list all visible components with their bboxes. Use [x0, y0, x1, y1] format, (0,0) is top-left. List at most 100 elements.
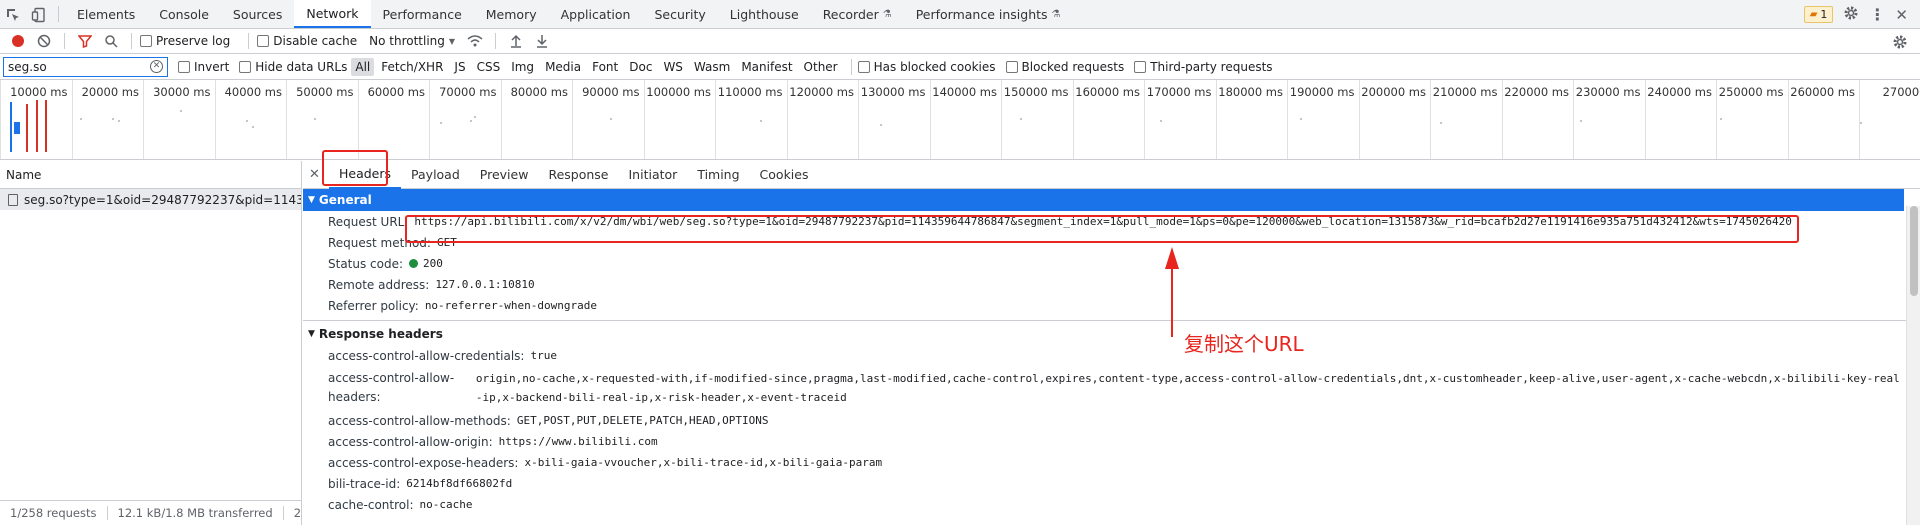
- tab-lighthouse[interactable]: Lighthouse: [718, 0, 811, 28]
- search-icon[interactable]: [99, 29, 123, 53]
- tab-label: Network: [306, 5, 359, 21]
- tab-performance-insights[interactable]: Performance insights ⚗: [904, 0, 1073, 28]
- preserve-log-checkbox[interactable]: Preserve log: [140, 34, 230, 48]
- separator: [58, 6, 59, 22]
- more-options-icon[interactable]: ⋮: [1869, 5, 1885, 24]
- detail-tab-timing[interactable]: Timing: [687, 161, 749, 189]
- detail-tab-preview[interactable]: Preview: [470, 161, 539, 189]
- throttling-select[interactable]: No throttling ▼: [369, 34, 455, 48]
- timeline-tick: 240000 ms: [1644, 80, 1717, 159]
- timeline-tick: 30000 ms: [143, 80, 215, 159]
- tab-security[interactable]: Security: [642, 0, 717, 28]
- header-row[interactable]: cache-control: no-cache: [303, 494, 1920, 515]
- filter-type-all[interactable]: All: [351, 57, 375, 76]
- filter-type-wasm[interactable]: Wasm: [690, 58, 734, 76]
- tab-console[interactable]: Console: [147, 0, 221, 28]
- header-row[interactable]: access-control-allow-methods: GET,POST,PU…: [303, 410, 1920, 431]
- general-section-header[interactable]: ▼ General: [303, 189, 1904, 211]
- filter-input[interactable]: seg.so ✕: [3, 56, 168, 77]
- name-column-header[interactable]: Name: [0, 161, 301, 189]
- timeline-tick: 110000 ms: [715, 80, 787, 159]
- tab-elements[interactable]: Elements: [65, 0, 147, 28]
- filter-type-manifest[interactable]: Manifest: [737, 58, 796, 76]
- checkbox-box[interactable]: [1005, 60, 1018, 73]
- header-row[interactable]: bili-trace-id: 6214bf8df66802fd: [303, 473, 1920, 494]
- filter-type-js[interactable]: JS: [450, 58, 469, 76]
- experimental-flask-icon: ⚗: [1051, 8, 1061, 20]
- issues-badge[interactable]: ▰ 1: [1803, 6, 1834, 23]
- checkbox-box[interactable]: [1134, 60, 1147, 73]
- filter-type-other[interactable]: Other: [800, 58, 842, 76]
- header-row[interactable]: access-control-expose-headers: x-bili-gai…: [303, 452, 1920, 473]
- checkbox-box[interactable]: [140, 35, 152, 47]
- third-party-requests-checkbox[interactable]: Third-party requests: [1134, 60, 1273, 74]
- header-row[interactable]: Referrer policy: no-referrer-when-downgra…: [303, 295, 1920, 316]
- filter-type-css[interactable]: CSS: [473, 58, 505, 76]
- details-scrollbar[interactable]: [1906, 206, 1920, 525]
- checkbox-box[interactable]: [178, 60, 190, 73]
- tab-memory[interactable]: Memory: [474, 0, 549, 28]
- close-devtools-icon[interactable]: ✕: [1895, 6, 1908, 24]
- timeline-tick-label: 80000 ms: [510, 85, 568, 99]
- annotation-arrow-icon: [1165, 247, 1179, 337]
- separator: [850, 58, 852, 75]
- settings-gear-icon[interactable]: [1843, 5, 1859, 24]
- device-toolbar-icon[interactable]: [26, 0, 52, 29]
- timeline-tick: 140000 ms: [929, 80, 1002, 159]
- detail-tab-payload[interactable]: Payload: [401, 161, 470, 189]
- blocked-requests-checkbox[interactable]: Blocked requests: [1005, 60, 1124, 74]
- timeline-request-dot: [1580, 120, 1582, 122]
- timeline-request-dot: [112, 118, 114, 120]
- response-headers-section-header[interactable]: ▼ Response headers: [303, 323, 1920, 345]
- hide-data-urls-checkbox[interactable]: Hide data URLs: [239, 60, 347, 74]
- has-blocked-cookies-checkbox[interactable]: Has blocked cookies: [857, 60, 996, 74]
- header-row[interactable]: Status code: 200: [303, 253, 1920, 274]
- timeline-tick: 20000 ms: [71, 80, 144, 159]
- tab-application[interactable]: Application: [549, 0, 643, 28]
- separator: [131, 33, 132, 49]
- filter-type-ws[interactable]: WS: [659, 58, 686, 76]
- checkbox-box[interactable]: [257, 35, 270, 47]
- filter-icon[interactable]: [73, 29, 97, 53]
- clear-filter-icon[interactable]: ✕: [150, 60, 163, 73]
- filter-type-font[interactable]: Font: [588, 58, 622, 76]
- timeline-request-dot: [1020, 118, 1022, 120]
- invert-checkbox[interactable]: Invert: [178, 60, 229, 74]
- disable-cache-checkbox[interactable]: Disable cache: [257, 34, 357, 48]
- checkbox-box[interactable]: [239, 60, 252, 73]
- tab-recorder[interactable]: Recorder ⚗: [811, 0, 904, 28]
- detail-tab-response[interactable]: Response: [538, 161, 618, 189]
- separator: [248, 33, 250, 49]
- export-har-icon[interactable]: [530, 29, 554, 53]
- timeline-marker: [14, 122, 20, 134]
- timeline-tick-label: 180000 ms: [1218, 85, 1283, 99]
- request-name: seg.so?type=1&oid=29487792237&pid=114359…: [24, 192, 301, 207]
- checkbox-box[interactable]: [857, 60, 870, 73]
- record-button[interactable]: [6, 29, 30, 53]
- header-row[interactable]: access-control-allow-headers: origin,no-c…: [303, 366, 1920, 410]
- import-har-icon[interactable]: [504, 29, 528, 53]
- network-conditions-wifi-icon[interactable]: [463, 29, 487, 53]
- filter-type-img[interactable]: Img: [507, 58, 538, 76]
- header-row[interactable]: access-control-allow-origin: https://www.…: [303, 431, 1920, 452]
- tab-performance[interactable]: Performance: [371, 0, 474, 28]
- detail-tab-cookies[interactable]: Cookies: [750, 161, 819, 189]
- header-row[interactable]: access-control-allow-credentials: true: [303, 345, 1920, 366]
- detail-tab-initiator[interactable]: Initiator: [619, 161, 688, 189]
- header-value: origin,no-cache,x-requested-with,if-modi…: [475, 372, 1900, 404]
- filter-bar: seg.so ✕ Invert Hide data URLs All Fetch/…: [0, 54, 1920, 80]
- clear-button[interactable]: [32, 29, 56, 53]
- timeline-tick-label: 90000 ms: [582, 85, 640, 99]
- header-row[interactable]: Remote address: 127.0.0.1:10810: [303, 274, 1920, 295]
- network-settings-gear-icon[interactable]: [1892, 34, 1908, 53]
- filter-type-doc[interactable]: Doc: [625, 58, 656, 76]
- inspect-element-icon[interactable]: [0, 0, 26, 29]
- tab-sources[interactable]: Sources: [221, 0, 294, 28]
- request-row[interactable]: seg.so?type=1&oid=29487792237&pid=114359…: [0, 189, 301, 210]
- timeline-overview[interactable]: 10000 ms 20000 ms 30000 ms 40000 ms 50000 ms…: [0, 80, 1920, 160]
- filter-type-fetchxhr[interactable]: Fetch/XHR: [377, 58, 447, 76]
- filter-type-media[interactable]: Media: [541, 58, 585, 76]
- scrollbar-thumb[interactable]: [1910, 206, 1918, 296]
- close-details-icon[interactable]: ✕: [309, 167, 323, 182]
- tab-network[interactable]: Network: [294, 0, 371, 28]
